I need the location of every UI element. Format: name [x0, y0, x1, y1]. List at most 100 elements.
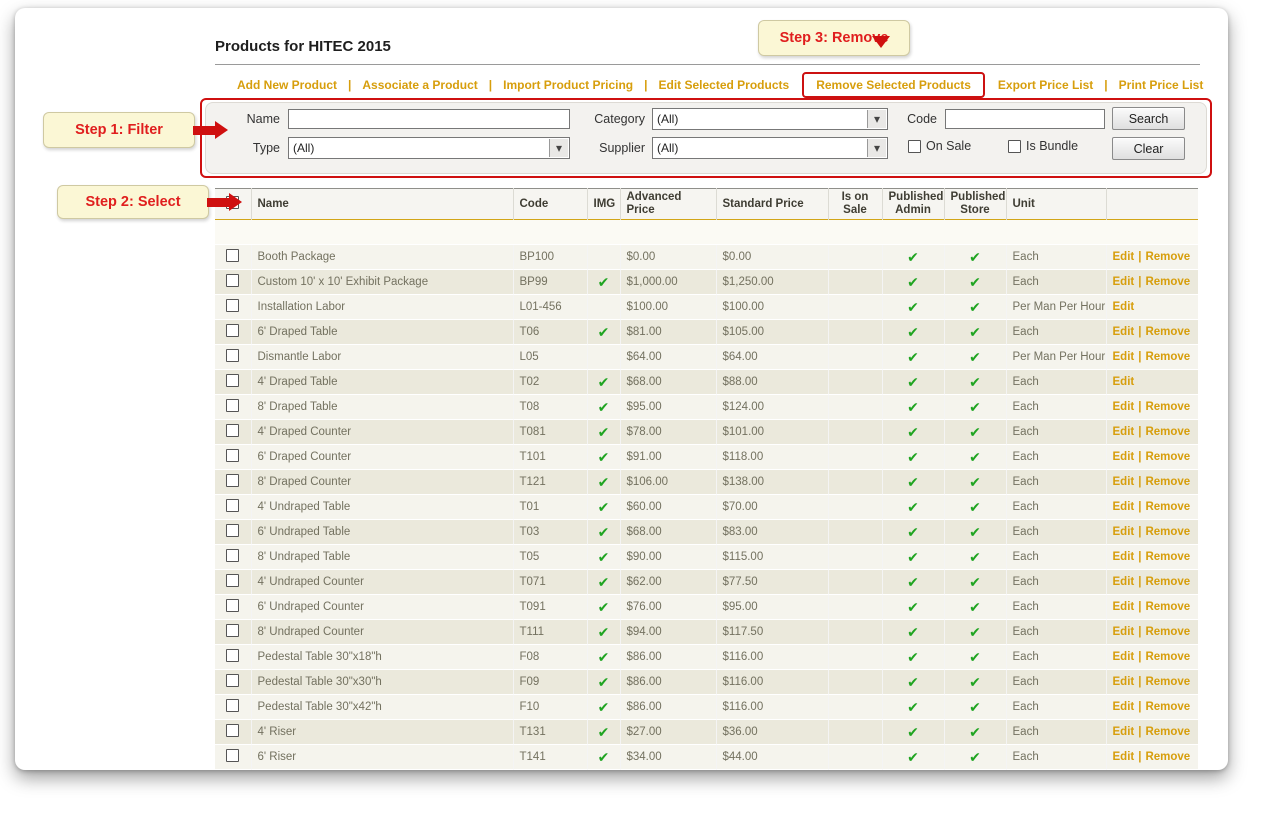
- edit-link[interactable]: Edit: [1113, 751, 1135, 763]
- remove-link[interactable]: Remove: [1145, 626, 1190, 638]
- check-icon: ✔: [598, 724, 610, 740]
- edit-link[interactable]: Edit: [1113, 276, 1135, 288]
- row-checkbox[interactable]: [226, 449, 239, 462]
- remove-link[interactable]: Remove: [1145, 276, 1190, 288]
- remove-link[interactable]: Remove: [1145, 451, 1190, 463]
- on-sale-checkbox[interactable]: [908, 140, 921, 153]
- unit-cell: Each: [1006, 470, 1106, 495]
- remove-link[interactable]: Remove: [1145, 601, 1190, 613]
- remove-link[interactable]: Remove: [1145, 576, 1190, 588]
- code-input[interactable]: [945, 109, 1105, 129]
- advanced-price-cell: $94.00: [620, 620, 716, 645]
- product-code-cell: BP99: [513, 270, 587, 295]
- remove-link[interactable]: Remove: [1145, 426, 1190, 438]
- name-input[interactable]: [288, 109, 570, 129]
- row-checkbox[interactable]: [226, 749, 239, 762]
- row-checkbox[interactable]: [226, 499, 239, 512]
- edit-link[interactable]: Edit: [1113, 326, 1135, 338]
- category-select-control[interactable]: (All): [653, 109, 887, 129]
- search-button[interactable]: Search: [1112, 107, 1185, 130]
- row-checkbox[interactable]: [226, 374, 239, 387]
- supplier-select-control[interactable]: (All): [653, 138, 887, 158]
- toolbar-link-remove-selected-products[interactable]: Remove Selected Products: [802, 72, 985, 98]
- row-checkbox[interactable]: [226, 699, 239, 712]
- edit-link[interactable]: Edit: [1113, 376, 1135, 388]
- edit-link[interactable]: Edit: [1113, 301, 1135, 313]
- edit-link[interactable]: Edit: [1113, 426, 1135, 438]
- edit-link[interactable]: Edit: [1113, 701, 1135, 713]
- remove-link[interactable]: Remove: [1145, 551, 1190, 563]
- clear-button[interactable]: Clear: [1112, 137, 1185, 160]
- category-select[interactable]: (All): [652, 108, 888, 130]
- edit-link[interactable]: Edit: [1113, 476, 1135, 488]
- row-checkbox[interactable]: [226, 249, 239, 262]
- row-checkbox[interactable]: [226, 674, 239, 687]
- remove-link[interactable]: Remove: [1145, 726, 1190, 738]
- action-separator: |: [1134, 426, 1145, 438]
- edit-link[interactable]: Edit: [1113, 601, 1135, 613]
- toolbar-link-print-price-list[interactable]: Print Price List: [1119, 78, 1204, 92]
- row-checkbox[interactable]: [226, 549, 239, 562]
- published-admin-cell: ✔: [882, 520, 944, 545]
- remove-link[interactable]: Remove: [1145, 676, 1190, 688]
- table-row: Custom 10' x 10' Exhibit PackageBP99✔$1,…: [215, 270, 1198, 295]
- title-divider: [215, 64, 1200, 65]
- row-checkbox[interactable]: [226, 724, 239, 737]
- remove-link[interactable]: Remove: [1145, 651, 1190, 663]
- product-name-cell: Dismantle Labor: [251, 345, 513, 370]
- edit-link[interactable]: Edit: [1113, 351, 1135, 363]
- remove-link[interactable]: Remove: [1145, 476, 1190, 488]
- row-checkbox[interactable]: [226, 524, 239, 537]
- remove-link[interactable]: Remove: [1145, 326, 1190, 338]
- toolbar-link-edit-selected-products[interactable]: Edit Selected Products: [658, 78, 789, 92]
- edit-link[interactable]: Edit: [1113, 651, 1135, 663]
- remove-link[interactable]: Remove: [1145, 351, 1190, 363]
- remove-link[interactable]: Remove: [1145, 401, 1190, 413]
- row-checkbox[interactable]: [226, 424, 239, 437]
- check-icon: ✔: [969, 374, 981, 390]
- advanced-price-cell: $0.00: [620, 245, 716, 270]
- remove-link[interactable]: Remove: [1145, 526, 1190, 538]
- edit-link[interactable]: Edit: [1113, 401, 1135, 413]
- advanced-price-cell: $76.00: [620, 595, 716, 620]
- row-checkbox[interactable]: [226, 624, 239, 637]
- edit-link[interactable]: Edit: [1113, 676, 1135, 688]
- is-bundle-checkbox[interactable]: [1008, 140, 1021, 153]
- remove-link[interactable]: Remove: [1145, 701, 1190, 713]
- row-checkbox[interactable]: [226, 274, 239, 287]
- row-checkbox[interactable]: [226, 474, 239, 487]
- remove-link[interactable]: Remove: [1145, 501, 1190, 513]
- edit-link[interactable]: Edit: [1113, 576, 1135, 588]
- type-select-control[interactable]: (All): [289, 138, 569, 158]
- row-checkbox[interactable]: [226, 324, 239, 337]
- toolbar-link-associate-a-product[interactable]: Associate a Product: [362, 78, 477, 92]
- check-icon: ✔: [598, 549, 610, 565]
- toolbar-link-export-price-list[interactable]: Export Price List: [998, 78, 1093, 92]
- row-checkbox[interactable]: [226, 399, 239, 412]
- is-on-sale-cell: [828, 245, 882, 270]
- row-checkbox[interactable]: [226, 599, 239, 612]
- edit-link[interactable]: Edit: [1113, 251, 1135, 263]
- edit-link[interactable]: Edit: [1113, 501, 1135, 513]
- img-cell: ✔: [587, 695, 620, 720]
- toolbar-link-import-product-pricing[interactable]: Import Product Pricing: [503, 78, 633, 92]
- edit-link[interactable]: Edit: [1113, 726, 1135, 738]
- advanced-price-cell: $106.00: [620, 470, 716, 495]
- row-checkbox[interactable]: [226, 349, 239, 362]
- remove-link[interactable]: Remove: [1145, 751, 1190, 763]
- row-checkbox[interactable]: [226, 299, 239, 312]
- edit-link[interactable]: Edit: [1113, 626, 1135, 638]
- edit-link[interactable]: Edit: [1113, 526, 1135, 538]
- edit-link[interactable]: Edit: [1113, 451, 1135, 463]
- supplier-select[interactable]: (All): [652, 137, 888, 159]
- actions-cell: Edit: [1106, 295, 1198, 320]
- row-checkbox[interactable]: [226, 649, 239, 662]
- edit-link[interactable]: Edit: [1113, 551, 1135, 563]
- type-select[interactable]: (All): [288, 137, 570, 159]
- header-unit: Unit: [1006, 189, 1106, 220]
- remove-link[interactable]: Remove: [1145, 251, 1190, 263]
- row-checkbox[interactable]: [226, 574, 239, 587]
- toolbar-link-add-new-product[interactable]: Add New Product: [237, 78, 337, 92]
- img-cell: ✔: [587, 420, 620, 445]
- published-admin-cell: ✔: [882, 370, 944, 395]
